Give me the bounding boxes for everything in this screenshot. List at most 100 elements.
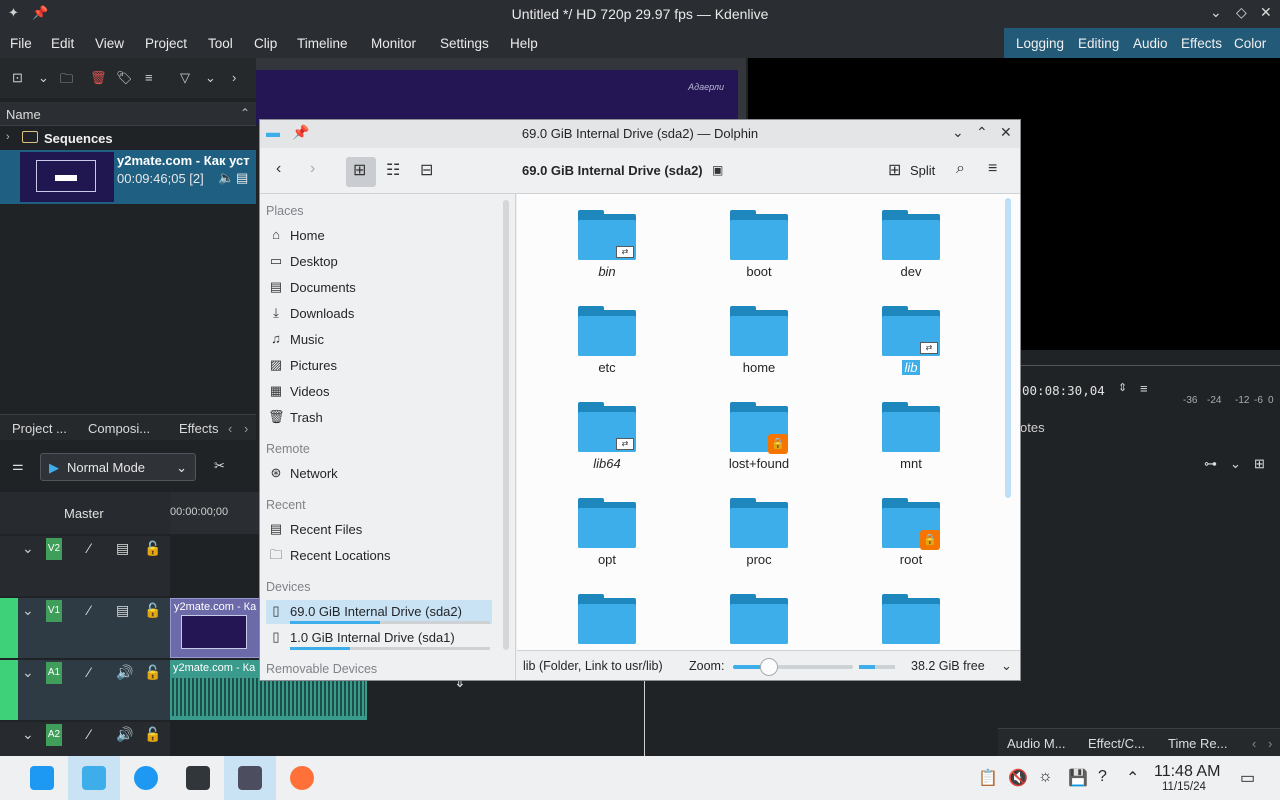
lock-icon[interactable]: 🔓 (144, 540, 161, 557)
place-network[interactable]: ⊛ Network (266, 462, 492, 486)
chevron-up-icon[interactable]: ⌃ (1126, 768, 1139, 788)
tab-effects[interactable]: Effects (179, 421, 219, 436)
video-clip[interactable]: y2mate.com - Ка (170, 598, 260, 658)
bin-column-header[interactable]: Name ⌃ (0, 102, 256, 126)
menu-icon[interactable]: ≡ (145, 70, 153, 85)
file-item[interactable]: 🔒 root (851, 484, 971, 576)
place-home[interactable]: ⌂ Home (266, 224, 492, 248)
layout-logging[interactable]: Logging (1016, 36, 1064, 51)
place-documents[interactable]: ▤ Documents (266, 276, 492, 300)
add-clip-icon[interactable]: ⊡ (12, 70, 23, 86)
track-a1[interactable]: ⌄ A1 ⁄ 🔊 🔓 (0, 660, 170, 720)
chevron-down-icon[interactable]: ⌄ (22, 726, 34, 743)
timeline-ruler[interactable]: 00:00:00;00 (170, 492, 260, 534)
chevron-down-icon[interactable]: ⌄ (22, 602, 34, 619)
task-dolphin[interactable] (68, 756, 120, 800)
chevron-right-icon[interactable]: › (1268, 736, 1272, 751)
timecode-spin-icon[interactable]: ⇕ (1118, 381, 1127, 394)
menu-project[interactable]: Project (145, 36, 187, 51)
razor-icon[interactable]: ✂ (214, 458, 225, 474)
close-icon[interactable]: ✕ (1260, 4, 1272, 21)
settings-sliders-icon[interactable]: ⚌ (12, 458, 24, 474)
device-sda1[interactable]: ▯ 1.0 GiB Internal Drive (sda1) (266, 626, 492, 650)
chevron-down-icon[interactable]: ⌄ (38, 70, 49, 86)
place-trash[interactable]: 🗑 Trash (266, 406, 492, 430)
monitor-timecode[interactable]: 00:08:30,04 (1022, 383, 1105, 398)
file-item[interactable]: boot (699, 196, 819, 288)
chevron-right-icon[interactable]: › (244, 421, 248, 436)
file-item[interactable]: dev (851, 196, 971, 288)
effect-wand-icon[interactable]: ⁄ (88, 540, 90, 556)
place-recent-locations[interactable]: 🗀 Recent Locations (266, 544, 492, 568)
chevron-down-icon[interactable]: ⌄ (205, 70, 216, 86)
location-path[interactable]: 69.0 GiB Internal Drive (sda2) (522, 163, 703, 178)
speaker-icon[interactable]: 🔊 (116, 664, 133, 681)
clock-date[interactable]: 11/15/24 (1162, 781, 1206, 793)
place-desktop[interactable]: ▭ Desktop (266, 250, 492, 274)
file-item[interactable]: home (699, 292, 819, 384)
lock-icon[interactable]: 🔓 (144, 602, 161, 619)
chevron-down-icon[interactable]: ⌄ (22, 540, 34, 557)
menu-file[interactable]: File (10, 36, 32, 51)
effect-wand-icon[interactable]: ⁄ (88, 602, 90, 618)
place-music[interactable]: ♫ Music (266, 328, 492, 352)
task-terminal[interactable] (172, 756, 224, 800)
menu-timeline[interactable]: Timeline (297, 36, 348, 51)
show-desktop-icon[interactable]: ▭ (1240, 768, 1255, 788)
file-item[interactable]: proc (699, 484, 819, 576)
menu-tool[interactable]: Tool (208, 36, 233, 51)
tag-icon[interactable]: 🏷 (116, 70, 133, 86)
tab-audio-mixer[interactable]: Audio M... (1007, 736, 1066, 751)
chevron-left-icon[interactable]: ‹ (1252, 736, 1256, 751)
folder-add-icon[interactable]: 🗀 (60, 70, 73, 92)
filmstrip-icon[interactable]: ▤ (116, 540, 129, 557)
bin-clip[interactable]: y2mate.com - Как уст 00:09:46;05 [2] 🔈 ▤ (0, 150, 256, 204)
place-recent-files[interactable]: ▤ Recent Files (266, 518, 492, 542)
chevron-down-icon[interactable]: ⌄ (22, 664, 34, 681)
layout-editing[interactable]: Editing (1078, 36, 1119, 51)
notes-tab[interactable]: otes (1020, 420, 1045, 435)
chevron-down-icon[interactable]: ⌄ (1001, 658, 1012, 674)
device-sda2[interactable]: ▯ 69.0 GiB Internal Drive (sda2) (266, 600, 492, 624)
zoom-slider[interactable] (733, 658, 853, 676)
help-icon[interactable]: ? (1098, 768, 1107, 786)
split-button[interactable]: Split (910, 163, 935, 178)
volume-muted-icon[interactable]: 🔇 (1008, 768, 1028, 788)
hamburger-menu-icon[interactable]: ≡ (988, 160, 997, 178)
edit-mode-select[interactable]: ▶ Normal Mode ⌄ (40, 453, 196, 481)
playhead[interactable] (644, 681, 645, 756)
brightness-icon[interactable]: ☼ (1038, 768, 1053, 786)
track-a2[interactable]: ⌄ A2 ⁄ 🔊 🔓 (0, 722, 170, 756)
tab-effect-composition[interactable]: Effect/C... (1088, 736, 1145, 751)
clock-time[interactable]: 11:48 AM (1154, 763, 1220, 781)
file-item[interactable]: etc (547, 292, 667, 384)
lock-icon[interactable]: 🔓 (144, 664, 161, 681)
effect-wand-icon[interactable]: ⁄ (88, 664, 90, 680)
layout-color[interactable]: Color (1234, 36, 1266, 51)
track-v2[interactable]: ⌄ V2 ⁄ ▤ 🔓 (0, 536, 170, 596)
back-icon[interactable]: ‹ (276, 160, 281, 178)
link-icon[interactable]: ⊶ (1204, 456, 1217, 472)
lock-icon[interactable]: 🔓 (144, 726, 161, 743)
tab-time-remapping[interactable]: Time Re... (1168, 736, 1227, 751)
file-item[interactable]: opt (547, 484, 667, 576)
storage-icon[interactable]: 💾 (1068, 768, 1088, 788)
file-item[interactable]: ⇄ lib (851, 292, 971, 384)
close-icon[interactable]: ✕ (1000, 124, 1012, 141)
free-space[interactable]: 38.2 GiB free (911, 659, 985, 673)
search-icon[interactable]: ⌕ (956, 160, 965, 178)
task-kdenlive[interactable] (224, 756, 276, 800)
maximize-icon[interactable]: ⌃ (976, 124, 988, 141)
chevron-left-icon[interactable]: ‹ (228, 421, 232, 436)
menu-settings[interactable]: Settings (440, 36, 489, 51)
file-item[interactable]: ⇄ lib64 (547, 388, 667, 480)
menu-icon[interactable]: ≡ (1140, 381, 1148, 396)
places-scrollbar[interactable] (496, 194, 516, 680)
tab-compositions[interactable]: Composi... (88, 421, 150, 436)
clipboard-icon[interactable]: 📋 (978, 768, 998, 788)
file-item[interactable]: mnt (851, 388, 971, 480)
details-view-icon[interactable]: ⊟ (420, 160, 433, 180)
menu-monitor[interactable]: Monitor (371, 36, 416, 51)
filter-icon[interactable]: ▽ (180, 70, 190, 86)
task-browser[interactable] (120, 756, 172, 800)
